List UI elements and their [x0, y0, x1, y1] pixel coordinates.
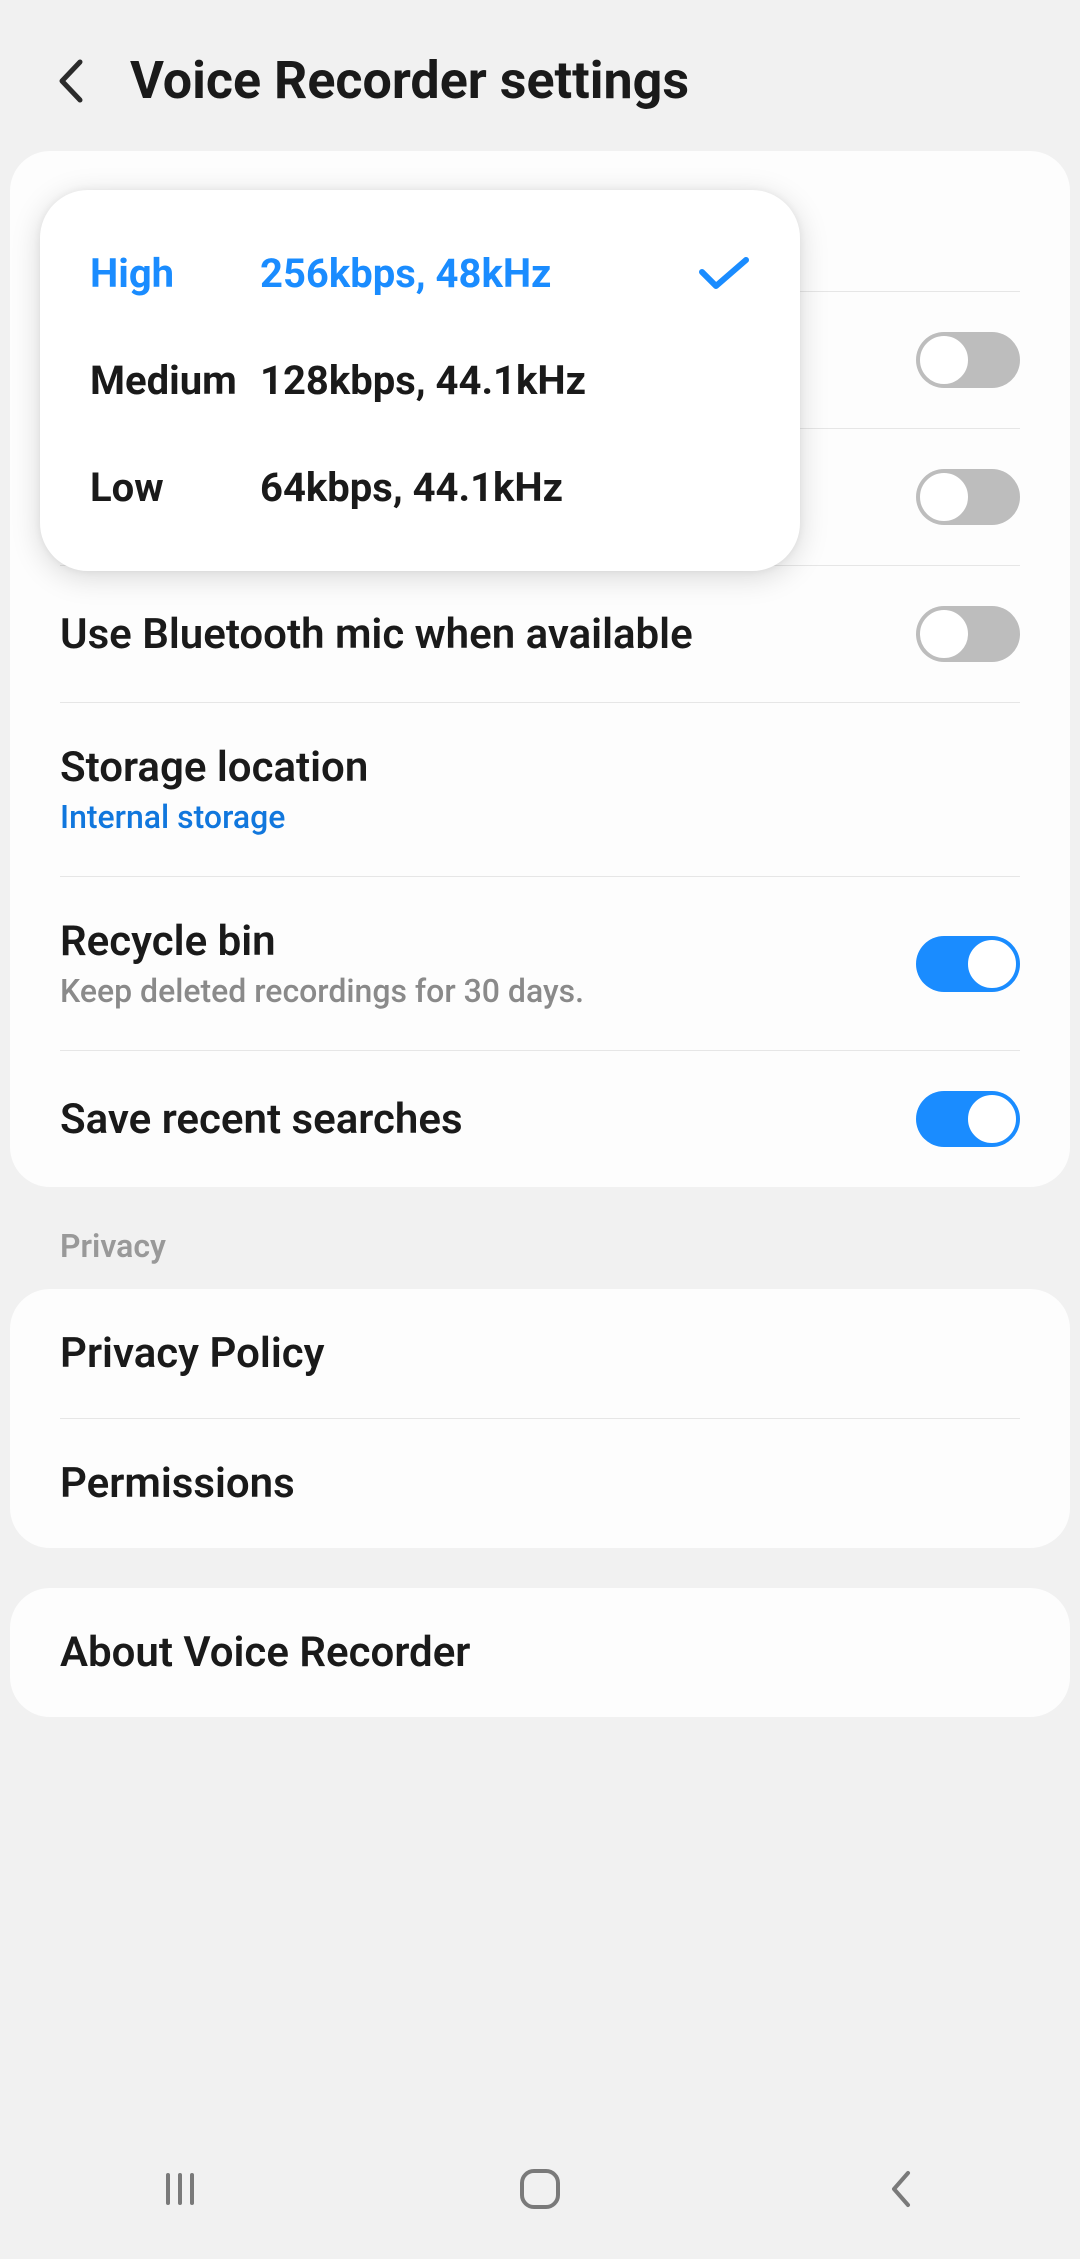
setting-save-searches[interactable]: Save recent searches [10, 1051, 1070, 1187]
setting-value: Internal storage [60, 798, 368, 836]
setting-title: Recycle bin [60, 917, 584, 966]
option-label: High [90, 250, 260, 297]
header: Voice Recorder settings [0, 0, 1080, 151]
nav-home-button[interactable] [510, 2159, 570, 2219]
quality-option-medium[interactable]: Medium 128kbps, 44.1kHz [40, 327, 800, 434]
setting-title: Permissions [60, 1459, 295, 1508]
setting-title: Privacy Policy [60, 1329, 325, 1378]
setting-recycle-bin[interactable]: Recycle bin Keep deleted recordings for … [10, 877, 1070, 1050]
home-icon [518, 2167, 562, 2211]
toggle-recycle-bin[interactable] [916, 936, 1020, 992]
quality-popup: High 256kbps, 48kHz Medium 128kbps, 44.1… [40, 190, 800, 571]
quality-option-high[interactable]: High 256kbps, 48kHz [40, 220, 800, 327]
setting-storage-location[interactable]: Storage location Internal storage [10, 703, 1070, 876]
page-title: Voice Recorder settings [130, 50, 689, 111]
setting-title: About Voice Recorder [60, 1628, 470, 1677]
nav-recents-button[interactable] [150, 2159, 210, 2219]
setting-title: Use Bluetooth mic when available [60, 610, 693, 659]
toggle-bluetooth-mic[interactable] [916, 606, 1020, 662]
setting-title: Save recent searches [60, 1095, 463, 1144]
option-label: Low [90, 464, 260, 511]
nav-back-button[interactable] [870, 2159, 930, 2219]
toggle-auto-play[interactable] [916, 469, 1020, 525]
option-spec: 256kbps, 48kHz [260, 250, 690, 297]
recents-icon [160, 2169, 200, 2209]
setting-subtitle: Keep deleted recordings for 30 days. [60, 972, 584, 1010]
setting-permissions[interactable]: Permissions [10, 1419, 1070, 1548]
option-spec: 128kbps, 44.1kHz [260, 357, 690, 404]
section-label-privacy: Privacy [0, 1227, 1080, 1289]
about-card: About Voice Recorder [10, 1588, 1070, 1717]
setting-about[interactable]: About Voice Recorder [10, 1588, 1070, 1717]
back-button[interactable] [50, 61, 90, 101]
quality-option-low[interactable]: Low 64kbps, 44.1kHz [40, 434, 800, 541]
setting-bluetooth-mic[interactable]: Use Bluetooth mic when available [10, 566, 1070, 702]
privacy-card: Privacy Policy Permissions [10, 1289, 1070, 1548]
toggle-skip-silence[interactable] [916, 332, 1020, 388]
check-icon [690, 256, 750, 292]
option-label: Medium [90, 357, 260, 404]
setting-title: Storage location [60, 743, 368, 792]
system-navbar [0, 2119, 1080, 2259]
toggle-save-searches[interactable] [916, 1091, 1020, 1147]
setting-privacy-policy[interactable]: Privacy Policy [10, 1289, 1070, 1418]
chevron-left-icon [886, 2167, 914, 2211]
option-spec: 64kbps, 44.1kHz [260, 464, 690, 511]
chevron-left-icon [56, 58, 84, 104]
